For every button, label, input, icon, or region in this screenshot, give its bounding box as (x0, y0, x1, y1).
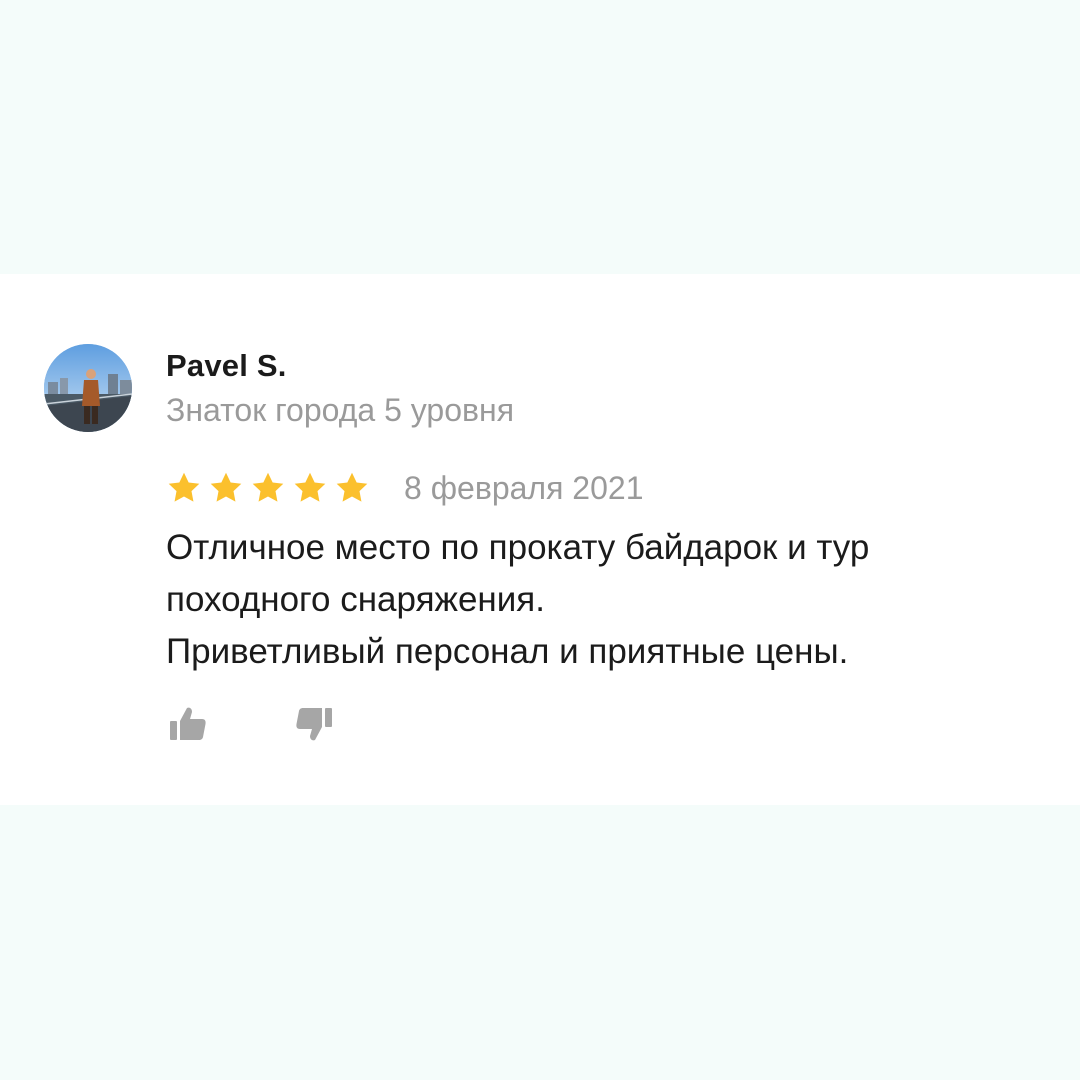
star-icon (210, 472, 242, 502)
review-text-line: Приветливый персонал и приятные цены. (166, 632, 849, 671)
author-level: Знаток города 5 уровня (166, 392, 515, 428)
like-button[interactable] (166, 702, 210, 746)
star-icon (294, 472, 326, 502)
author-avatar[interactable] (44, 344, 132, 432)
review-actions (166, 702, 336, 746)
review-text: Отличное место по прокату байдарок и тур… (166, 522, 1046, 678)
star-rating (166, 470, 376, 506)
rating-row: 8 февраля 2021 (166, 468, 643, 508)
review-text-line: Отличное место по прокату байдарок и тур (166, 528, 870, 567)
author-name[interactable]: Pavel S. (166, 348, 287, 384)
review-text-line: походного снаряжения. (166, 580, 545, 619)
thumbs-down-icon (296, 708, 332, 741)
star-icon (168, 472, 200, 502)
review-card: Pavel S. Знаток города 5 уровня 8 феврал… (0, 274, 1080, 805)
dislike-button[interactable] (292, 702, 336, 746)
star-icon (252, 472, 284, 502)
star-icon (336, 472, 368, 502)
review-date: 8 февраля 2021 (404, 469, 644, 506)
page: Pavel S. Знаток города 5 уровня 8 феврал… (0, 0, 1080, 1080)
thumbs-up-icon (170, 707, 206, 740)
